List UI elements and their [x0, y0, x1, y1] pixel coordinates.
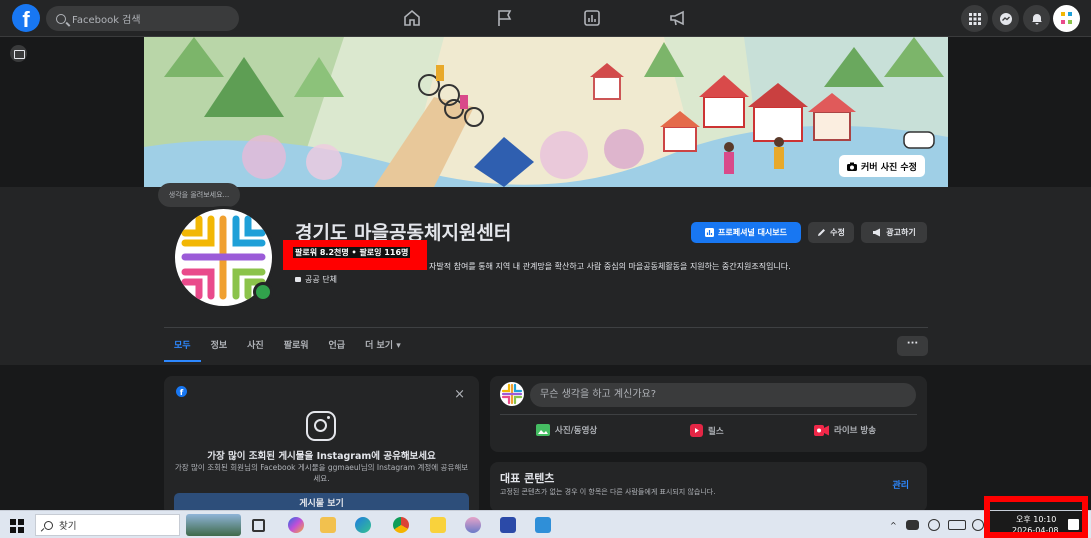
live-video-label: 라이브 방송 — [834, 426, 877, 436]
tray-chevron-up-icon[interactable]: ^ — [890, 521, 897, 530]
edge-browser-icon[interactable] — [355, 517, 371, 533]
file-explorer-icon[interactable] — [320, 517, 336, 533]
followers-text: 팔로워 8.2천명 • 팔로잉 116명 — [293, 247, 411, 258]
center-logo-icon — [501, 383, 523, 405]
pencil-icon — [818, 229, 826, 236]
chrome-browser-icon[interactable] — [393, 517, 409, 533]
reels-icon — [690, 424, 703, 437]
tab-photos[interactable]: 사진 — [237, 334, 274, 362]
search-icon — [44, 520, 53, 530]
app-icon[interactable] — [465, 517, 481, 533]
profile-divider — [164, 327, 928, 328]
top-navigation-bar: f Facebook 검색 — [0, 0, 1091, 37]
copilot-icon[interactable] — [288, 517, 304, 533]
facebook-search-input[interactable]: Facebook 검색 — [46, 6, 239, 31]
photo-icon — [536, 424, 550, 436]
edit-label: 수정 — [830, 228, 845, 237]
reels-label: 릴스 — [708, 426, 724, 437]
dashboard-icon[interactable] — [582, 8, 602, 28]
tab-followers[interactable]: 팔로워 — [274, 334, 319, 362]
flag-icon[interactable] — [495, 8, 515, 28]
whats-on-your-mind-input[interactable]: 무슨 생각을 하고 계신가요? — [530, 383, 916, 407]
photo-video-button[interactable]: 사진/동영상 — [536, 424, 597, 436]
dashboard-icon — [704, 228, 714, 237]
highlight-annotation-box — [984, 496, 1088, 538]
taskbar-weather-widget-icon[interactable] — [186, 514, 241, 536]
instagram-share-card: f × 가장 많이 조회된 게시물을 Instagram에 공유해보세요 가장 … — [164, 376, 479, 516]
search-icon — [56, 13, 66, 24]
advertise-label: 광고하기 — [886, 228, 916, 237]
facebook-mini-icon: f — [176, 386, 187, 397]
edit-cover-photo-button[interactable]: 커버 사진 수정 — [839, 155, 925, 177]
dashboard-label: 프로페셔널 대시보드 — [717, 228, 788, 237]
taskbar-search-placeholder: 찾기 — [59, 521, 77, 532]
menu-grid-icon[interactable] — [961, 5, 988, 32]
sidebar-toggle-icon[interactable] — [10, 45, 27, 62]
account-icon[interactable] — [1053, 5, 1080, 32]
installer-app-icon[interactable] — [535, 517, 551, 533]
category-label: 공공 단체 — [305, 275, 337, 284]
instagram-icon — [306, 411, 336, 441]
advertise-button[interactable]: 광고하기 — [861, 222, 927, 243]
tray-pen-icon[interactable] — [928, 519, 940, 531]
page-description: 자발적 참여를 통해 지역 내 관계망을 확산하고 사람 중심의 마을공동체활동… — [429, 262, 791, 271]
megaphone-icon — [873, 228, 881, 237]
megaphone-icon[interactable] — [668, 8, 688, 28]
instagram-card-title: 가장 많이 조회된 게시물을 Instagram에 공유해보세요 — [207, 451, 436, 462]
post-composer-card: 무슨 생각을 하고 계신가요? 사진/동영상 릴스 라이브 방송 — [490, 376, 927, 452]
camera-icon — [847, 162, 858, 171]
tab-about[interactable]: 정보 — [201, 334, 238, 362]
messenger-icon[interactable] — [992, 5, 1019, 32]
windows-start-icon[interactable] — [10, 518, 24, 533]
thought-bubble-tooltip[interactable]: 생각을 올려보세요... — [158, 183, 240, 207]
cover-photo — [144, 37, 948, 187]
taskbar-search-input[interactable]: 찾기 — [35, 514, 180, 536]
live-video-icon — [814, 424, 829, 436]
edit-page-button[interactable]: 수정 — [808, 222, 854, 243]
composer-avatar[interactable] — [500, 382, 524, 406]
close-icon[interactable]: × — [454, 388, 465, 401]
featured-content-card: 대표 콘텐츠 고정된 콘텐츠가 없는 경우 이 항목은 다른 사람들에게 표시되… — [490, 462, 927, 512]
followers-count[interactable]: 팔로워 8.2천명 • 팔로잉 116명 — [283, 240, 427, 270]
tab-more[interactable]: 더 보기 ▾ — [355, 334, 411, 362]
composer-divider — [500, 414, 917, 415]
sticky-notes-icon[interactable] — [430, 517, 446, 533]
professional-dashboard-button[interactable]: 프로페셔널 대시보드 — [691, 222, 801, 243]
profile-tabs: 모두 정보 사진 팔로워 언급 더 보기 ▾ — [164, 334, 411, 362]
instagram-card-subtitle: 가장 많이 조회된 회원님의 Facebook 게시물을 ggmaeul님의 I… — [174, 463, 469, 483]
featured-title: 대표 콘텐츠 — [500, 472, 555, 485]
bell-icon[interactable] — [1023, 5, 1050, 32]
edit-cover-label: 커버 사진 수정 — [861, 162, 917, 173]
manage-featured-link[interactable]: 관리 — [892, 478, 909, 491]
reels-button[interactable]: 릴스 — [690, 424, 724, 437]
snipping-tool-icon[interactable] — [500, 517, 516, 533]
windows-taskbar: 찾기 ^ — [0, 510, 1091, 538]
tray-network-icon[interactable] — [972, 519, 984, 531]
more-options-button[interactable]: ··· — [897, 336, 928, 356]
online-status-badge — [253, 282, 273, 302]
search-placeholder: Facebook 검색 — [72, 15, 141, 26]
cover-illustration — [144, 37, 948, 187]
home-icon[interactable] — [402, 8, 422, 28]
live-video-button[interactable]: 라이브 방송 — [814, 424, 876, 436]
photo-video-label: 사진/동영상 — [555, 426, 598, 436]
tab-all[interactable]: 모두 — [164, 334, 201, 362]
tray-keyboard-icon[interactable] — [948, 520, 966, 530]
page-category[interactable]: 공공 단체 — [295, 274, 337, 285]
tab-mentions[interactable]: 언급 — [319, 334, 356, 362]
briefcase-icon — [295, 277, 301, 282]
tray-battery-icon[interactable] — [906, 520, 919, 530]
facebook-logo-icon[interactable]: f — [12, 4, 40, 32]
featured-subtitle: 고정된 콘텐츠가 없는 경우 이 항목은 다른 사람들에게 표시되지 않습니다. — [500, 488, 716, 496]
task-view-icon[interactable] — [252, 519, 265, 532]
